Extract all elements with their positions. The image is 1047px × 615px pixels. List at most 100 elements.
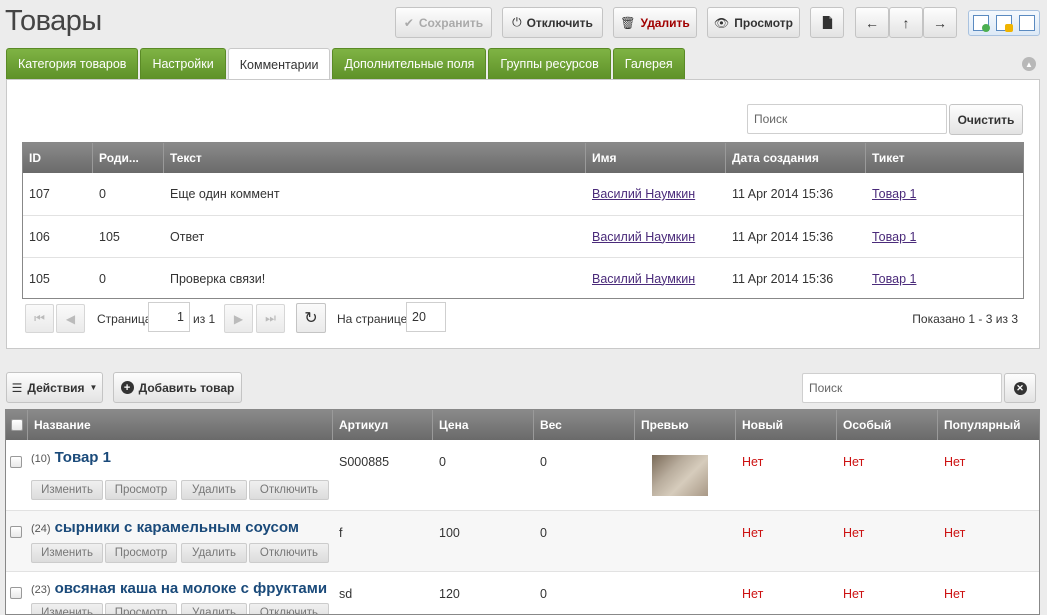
ticket-link[interactable]: Товар 1 xyxy=(872,230,916,244)
tab-resource-groups[interactable]: Группы ресурсов xyxy=(488,48,611,79)
author-link[interactable]: Василий Наумкин xyxy=(592,272,695,286)
product-title[interactable]: (10) Товар 1 xyxy=(31,449,111,466)
refresh-icon: ↻ xyxy=(304,310,318,327)
cell-price: 120 xyxy=(439,587,460,601)
col-name[interactable]: Имя xyxy=(586,143,726,173)
up-resource-button[interactable]: ↑ xyxy=(889,7,923,38)
col-new[interactable]: Новый xyxy=(736,410,837,440)
last-page-button[interactable]: ⏭ xyxy=(256,304,285,333)
view-button[interactable]: Просмотр xyxy=(105,603,177,614)
author-link[interactable]: Василий Наумкин xyxy=(592,230,695,244)
document-button[interactable] xyxy=(810,7,844,38)
tab-settings[interactable]: Настройки xyxy=(140,48,226,79)
delete-button[interactable]: 🗑 Удалить xyxy=(613,7,697,38)
table-row[interactable]: 106 105 Ответ Василий Наумкин 11 Apr 201… xyxy=(23,215,1023,257)
select-all-checkbox[interactable] xyxy=(6,410,28,440)
tab-gallery[interactable]: Галерея xyxy=(612,48,685,79)
first-page-button[interactable]: ⏮ xyxy=(25,304,54,333)
check-icon: ✔ xyxy=(403,15,414,30)
table-row[interactable]: (24) сырники с карамельным соусом Изменит… xyxy=(6,510,1039,571)
collapse-icon[interactable]: ▲ xyxy=(1022,57,1036,71)
save-button[interactable]: ✔ Сохранить xyxy=(395,7,492,38)
next-resource-button[interactable]: → xyxy=(923,7,957,38)
tab-extra-fields[interactable]: Дополнительные поля xyxy=(332,48,487,79)
disable-button[interactable]: Отключить xyxy=(249,480,329,500)
disable-button[interactable]: Отключить xyxy=(249,603,329,614)
cell-price: 100 xyxy=(439,526,460,540)
product-name-link[interactable]: сырники с карамельным соусом xyxy=(55,519,299,536)
preview-thumbnail xyxy=(652,455,708,496)
col-parent[interactable]: Роди... xyxy=(93,143,164,173)
col-title[interactable]: Название xyxy=(28,410,333,440)
cell-article: f xyxy=(339,526,343,540)
cell-popular: Нет xyxy=(944,455,966,469)
cell-special: Нет xyxy=(843,587,865,601)
cell-article: S000885 xyxy=(339,455,390,469)
product-title[interactable]: (24) сырники с карамельным соусом xyxy=(31,519,299,536)
col-popular[interactable]: Популярный xyxy=(938,410,1039,440)
product-name-link[interactable]: овсяная каша на молоке с фруктами xyxy=(55,580,328,597)
disable-button[interactable]: Отключить xyxy=(249,543,329,563)
row-checkbox[interactable] xyxy=(10,456,22,468)
col-preview[interactable]: Превью xyxy=(635,410,736,440)
add-product-button[interactable]: + Добавить товар xyxy=(113,372,242,403)
caret-down-icon: ▼ xyxy=(89,383,98,392)
delete-button[interactable]: Удалить xyxy=(181,603,247,614)
clear-button[interactable]: Очистить xyxy=(949,104,1023,135)
product-count: (24) xyxy=(31,523,51,535)
prev-resource-button[interactable]: ← xyxy=(855,7,889,38)
view-button[interactable]: 👁 Просмотр xyxy=(707,7,800,38)
ticket-link[interactable]: Товар 1 xyxy=(872,187,916,201)
cell-special: Нет xyxy=(843,526,865,540)
products-search-input[interactable]: Поиск xyxy=(802,373,1002,403)
disable-button[interactable]: ⏻ Отключить xyxy=(502,7,603,38)
col-weight[interactable]: Вес xyxy=(534,410,635,440)
col-ticket[interactable]: Тикет xyxy=(866,143,1023,173)
layout-edit-icon[interactable] xyxy=(995,15,1013,32)
next-page-button[interactable]: ▶ xyxy=(224,304,253,333)
col-price[interactable]: Цена xyxy=(433,410,534,440)
cell-special: Нет xyxy=(843,455,865,469)
page-number-input[interactable]: 1 xyxy=(148,302,190,332)
actions-dropdown[interactable]: ☰ Действия ▼ xyxy=(6,372,103,403)
product-title[interactable]: (23) овсяная каша на молоке с фруктами xyxy=(31,580,327,597)
col-date[interactable]: Дата создания xyxy=(726,143,866,173)
clear-search-button[interactable]: ✕ xyxy=(1004,373,1036,403)
col-id[interactable]: ID xyxy=(23,143,93,173)
edit-button[interactable]: Изменить xyxy=(31,480,103,500)
comments-search-input[interactable]: Поиск xyxy=(747,104,947,134)
refresh-button[interactable]: ↻ xyxy=(296,303,326,333)
prev-page-button[interactable]: ◀ xyxy=(56,304,85,333)
table-row[interactable]: 105 0 Проверка связи! Василий Наумкин 11… xyxy=(23,257,1023,299)
ticket-link[interactable]: Товар 1 xyxy=(872,272,916,286)
tab-categories[interactable]: Категория товаров xyxy=(6,48,139,79)
table-row[interactable]: (10) Товар 1 Изменить Просмотр Удалить От… xyxy=(6,440,1039,510)
cell-new: Нет xyxy=(742,455,764,469)
author-link[interactable]: Василий Наумкин xyxy=(592,187,695,201)
cell-parent: 105 xyxy=(99,229,120,244)
per-page-input[interactable]: 20 xyxy=(406,302,446,332)
delete-button[interactable]: Удалить xyxy=(181,543,247,563)
delete-button[interactable]: Удалить xyxy=(181,480,247,500)
col-special[interactable]: Особый xyxy=(837,410,938,440)
product-name-link[interactable]: Товар 1 xyxy=(55,449,111,466)
row-checkbox[interactable] xyxy=(10,587,22,599)
tab-comments[interactable]: Комментарии xyxy=(227,48,331,80)
edit-button[interactable]: Изменить xyxy=(31,543,103,563)
cell-article: sd xyxy=(339,587,353,601)
edit-button[interactable]: Изменить xyxy=(31,603,103,614)
product-count: (10) xyxy=(31,453,51,465)
layout-add-icon[interactable] xyxy=(972,15,990,32)
col-text[interactable]: Текст xyxy=(164,143,586,173)
col-article[interactable]: Артикул xyxy=(333,410,433,440)
table-row[interactable]: 107 0 Еще один коммент Василий Наумкин 1… xyxy=(23,173,1023,215)
view-button[interactable]: Просмотр xyxy=(105,480,177,500)
table-row[interactable]: (23) овсяная каша на молоке с фруктами Из… xyxy=(6,571,1039,614)
view-button[interactable]: Просмотр xyxy=(105,543,177,563)
cell-weight: 0 xyxy=(540,587,547,601)
layout-panel-icon[interactable] xyxy=(1019,15,1036,31)
row-checkbox[interactable] xyxy=(10,526,22,538)
cell-weight: 0 xyxy=(540,455,547,469)
tab-bar: Категория товаров Настройки Комментарии … xyxy=(6,48,685,80)
arrow-right-icon: → xyxy=(933,14,947,31)
